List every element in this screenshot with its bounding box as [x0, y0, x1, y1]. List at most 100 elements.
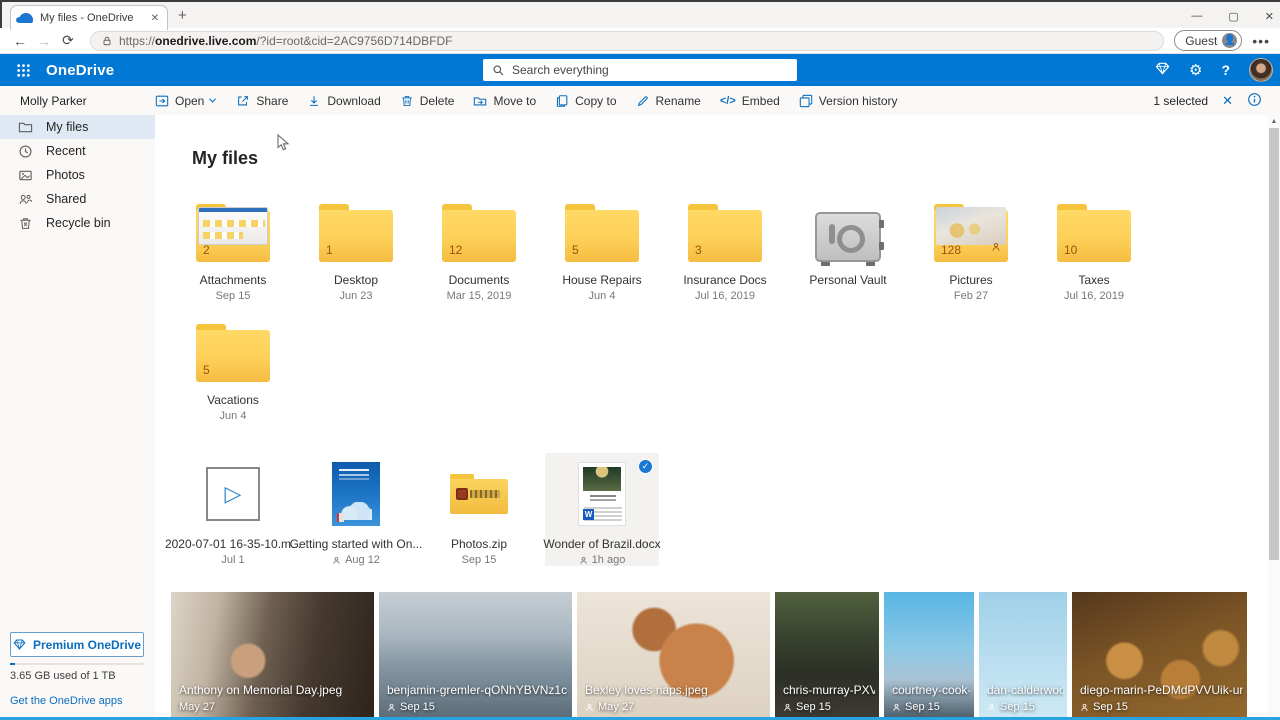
video-thumbnail: ▷: [206, 467, 260, 521]
move-icon: [473, 94, 487, 108]
photo-date: Sep 15: [987, 701, 1035, 713]
share-button[interactable]: Share: [236, 94, 288, 108]
folder-icon: [18, 120, 33, 135]
folder-icon: 3: [688, 204, 762, 262]
shared-person-icon: [579, 556, 588, 565]
folder-tile-vacations[interactable]: 5 Vacations Jun 4: [176, 320, 290, 440]
minimize-icon[interactable]: —: [1191, 10, 1202, 22]
photo-name: dan-calderwoo...: [987, 683, 1063, 697]
rename-button[interactable]: Rename: [636, 94, 701, 108]
version-history-button[interactable]: Version history: [799, 94, 898, 108]
folder-date: Jul 16, 2019: [695, 290, 755, 302]
premium-gem-icon[interactable]: [1155, 61, 1170, 79]
pdf-thumbnail: [332, 462, 380, 526]
onedrive-window: My files - OneDrive ✕ + — ▢ ✕ ← → ⟳ http…: [0, 0, 1280, 720]
delete-button[interactable]: Delete: [400, 94, 455, 108]
folder-item-count: 12: [449, 243, 462, 257]
open-button[interactable]: Open: [155, 94, 217, 108]
file-tile-2020-07-01-16-35-10-m[interactable]: ▷ 2020-07-01 16-35-10.m... Jul 1: [176, 453, 290, 566]
scrollbar-thumb[interactable]: [1269, 128, 1279, 560]
url-bar[interactable]: https://onedrive.live.com/?id=root&cid=2…: [90, 31, 1164, 51]
search-input[interactable]: Search everything: [483, 59, 797, 81]
back-icon[interactable]: ←: [8, 33, 32, 49]
get-apps-link[interactable]: Get the OneDrive apps: [10, 695, 123, 707]
folder-tile-house-repairs[interactable]: 5 House Repairs Jun 4: [545, 200, 659, 320]
guest-avatar: 👤: [1222, 33, 1237, 48]
sidebar-item-my-files[interactable]: My files: [0, 115, 155, 139]
forward-icon: →: [32, 33, 56, 49]
file-date: Sep 15: [462, 554, 497, 566]
photo-tile-anthony-on-memorial-day-jpeg[interactable]: Anthony on Memorial Day.jpeg May 27: [171, 592, 374, 717]
suite-header-right: ⚙ ?: [1155, 54, 1273, 86]
file-tile-photos-zip[interactable]: Photos.zip Sep 15: [422, 453, 536, 566]
folder-tile-pictures[interactable]: 128 Pictures Feb 27: [914, 200, 1028, 320]
sidebar-item-photos[interactable]: Photos: [0, 163, 155, 187]
file-tile-getting-started-with-on[interactable]: Getting started with On... Aug 12: [299, 453, 413, 566]
close-icon[interactable]: ✕: [1265, 10, 1274, 23]
folder-name: Personal Vault: [809, 273, 886, 287]
search-placeholder: Search everything: [512, 63, 609, 77]
browser-menu-icon[interactable]: •••: [1252, 33, 1270, 49]
gem-icon: [13, 638, 26, 651]
file-name: Photos.zip: [451, 537, 507, 551]
sidebar-item-shared[interactable]: Shared: [0, 187, 155, 211]
scroll-up-icon[interactable]: ▲: [1268, 118, 1280, 125]
folder-tile-personal-vault[interactable]: Personal Vault: [791, 200, 905, 320]
account-avatar[interactable]: [1249, 58, 1273, 82]
photo-tile-benjamin-gremler-qonhybvnz1c-unspla[interactable]: benjamin-gremler-qONhYBVNz1c-unspla... S…: [379, 592, 572, 717]
move-to-button[interactable]: Move to: [473, 94, 536, 108]
folder-name: Insurance Docs: [683, 273, 766, 287]
details-info-icon[interactable]: [1247, 92, 1262, 110]
browser-tab-strip: My files - OneDrive ✕ + — ▢ ✕: [0, 0, 1280, 28]
refresh-icon[interactable]: ⟳: [56, 32, 80, 49]
open-icon: [155, 94, 169, 108]
help-icon[interactable]: ?: [1221, 63, 1230, 77]
folder-name: Attachments: [200, 273, 267, 287]
history-icon: [799, 94, 813, 108]
storage-progress-bar: [10, 663, 145, 665]
browser-tab[interactable]: My files - OneDrive ✕: [10, 5, 168, 30]
selection-zone: 1 selected ✕: [1153, 92, 1280, 110]
folder-tile-desktop[interactable]: 1 Desktop Jun 23: [299, 200, 413, 320]
photo-tile-bexley-loves-naps-jpeg[interactable]: Bexley loves naps.jpeg May 27: [577, 592, 770, 717]
folder-icon: 5: [196, 324, 270, 382]
maximize-icon[interactable]: ▢: [1228, 10, 1238, 23]
folder-item-count: 128: [941, 243, 961, 257]
folder-tile-taxes[interactable]: 10 Taxes Jul 16, 2019: [1037, 200, 1151, 320]
clear-selection-icon[interactable]: ✕: [1222, 93, 1233, 109]
tab-close-icon[interactable]: ✕: [151, 13, 159, 24]
photo-date: Sep 15: [387, 701, 435, 713]
copy-to-button[interactable]: Copy to: [555, 94, 616, 108]
folder-tile-insurance-docs[interactable]: 3 Insurance Docs Jul 16, 2019: [668, 200, 782, 320]
search-icon: [492, 64, 505, 77]
folder-tile-attachments[interactable]: 2 Attachments Sep 15: [176, 200, 290, 320]
browser-navbar: ← → ⟳ https://onedrive.live.com/?id=root…: [0, 28, 1280, 54]
folder-date: Feb 27: [954, 290, 988, 302]
folder-tile-documents[interactable]: 12 Documents Mar 15, 2019: [422, 200, 536, 320]
photo-tile-chris-murray-pxvq[interactable]: chris-murray-PXVQ... Sep 15: [775, 592, 879, 717]
scrollbar[interactable]: ▲: [1268, 115, 1280, 717]
file-tile-wonder-of-brazil-docx[interactable]: W Wonder of Brazil.docx 1h ago ✓: [545, 453, 659, 566]
photo-tile-dan-calderwoo[interactable]: dan-calderwoo... Sep 15: [979, 592, 1067, 717]
sidebar-item-recent[interactable]: Recent: [0, 139, 155, 163]
sidebar: My files Recent Photos Shared Recycle bi…: [0, 115, 155, 717]
folder-icon: 1: [319, 204, 393, 262]
sidebar-item-recycle-bin[interactable]: Recycle bin: [0, 211, 155, 235]
photo-name: chris-murray-PXVQ...: [783, 683, 875, 697]
photo-tile-courtney-cook[interactable]: courtney-cook-... Sep 15: [884, 592, 974, 717]
app-launcher-button[interactable]: [0, 54, 46, 86]
premium-onedrive-button[interactable]: Premium OneDrive: [10, 632, 144, 657]
selected-check-icon[interactable]: ✓: [638, 459, 653, 474]
folder-date: Jun 23: [339, 290, 372, 302]
settings-gear-icon[interactable]: ⚙: [1189, 63, 1202, 78]
shared-person-icon: [987, 703, 996, 712]
folder-item-count: 5: [572, 243, 579, 257]
guest-profile-button[interactable]: Guest 👤: [1174, 30, 1242, 51]
guest-label: Guest: [1185, 34, 1217, 48]
url-text: https://onedrive.live.com/?id=root&cid=2…: [119, 34, 453, 48]
embed-button[interactable]: </> Embed: [720, 94, 780, 108]
new-tab-button[interactable]: +: [178, 7, 187, 24]
photo-tile-diego-marin-pedmdpvvuik-unsplas[interactable]: diego-marin-PeDMdPVVUik-unsplas... Sep 1…: [1072, 592, 1247, 717]
suite-header: OneDrive Search everything ⚙ ?: [0, 54, 1280, 86]
download-button[interactable]: Download: [307, 94, 380, 108]
